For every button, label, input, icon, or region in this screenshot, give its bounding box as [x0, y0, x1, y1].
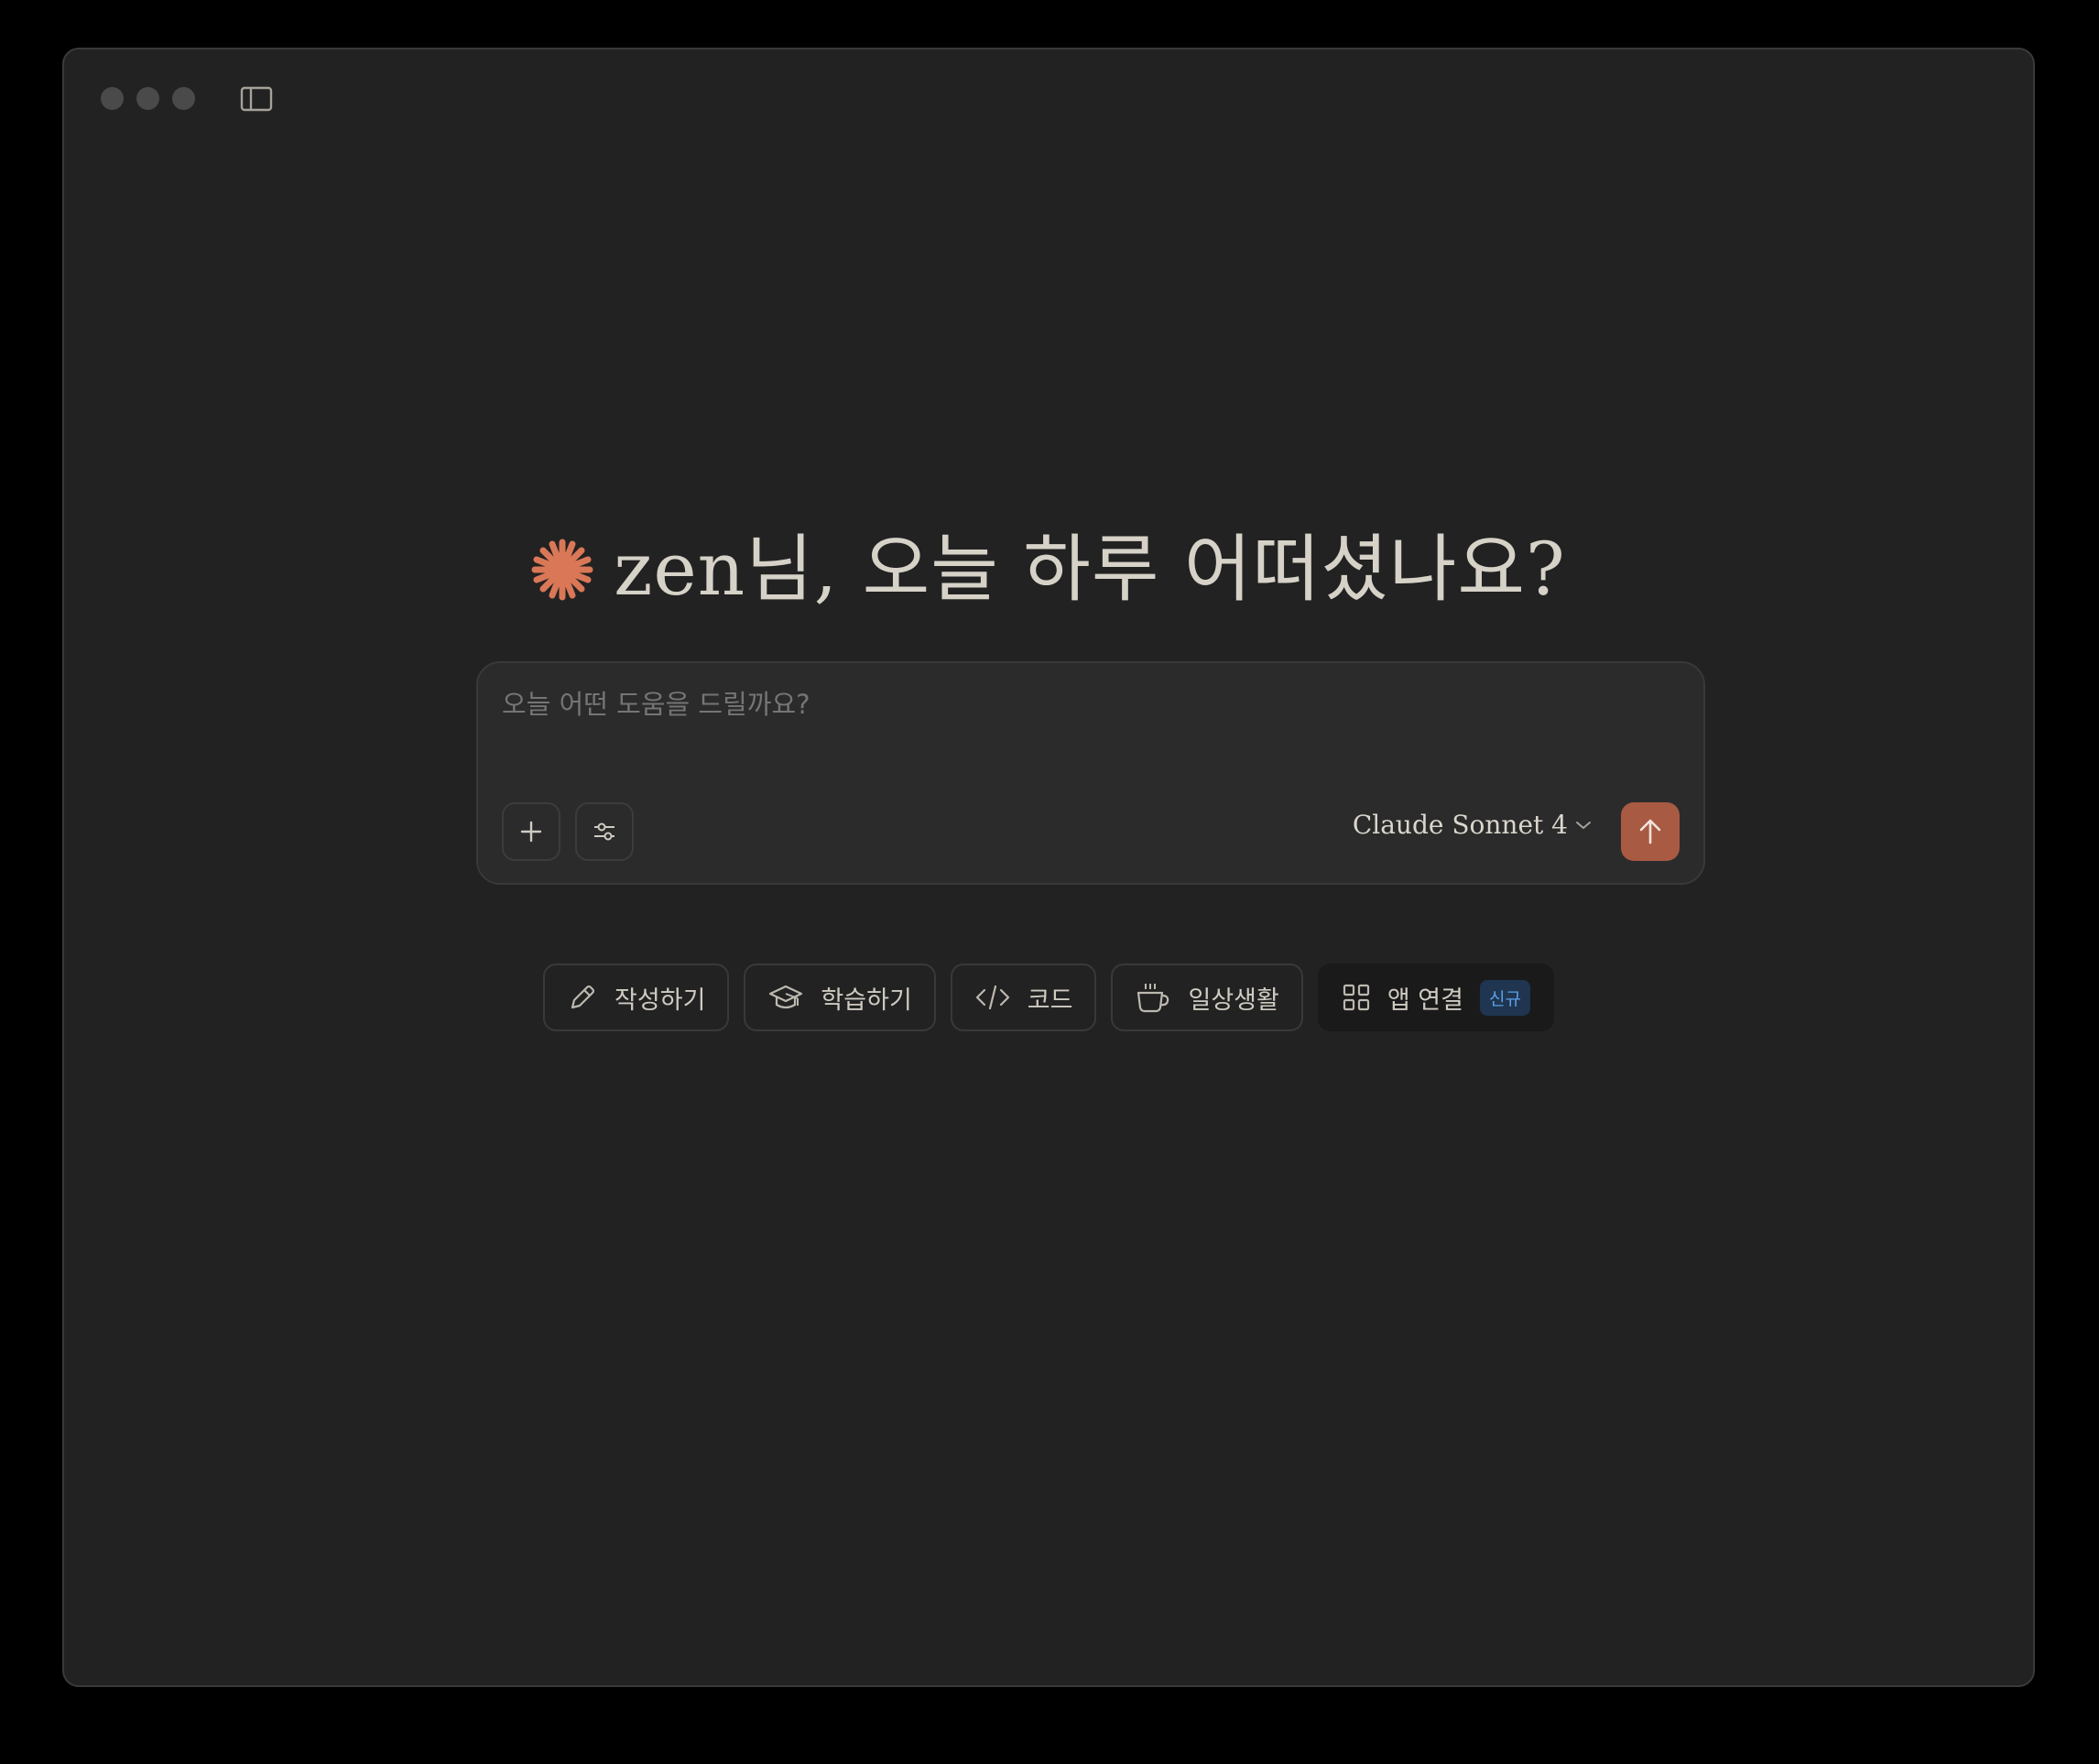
message-composer: Claude Sonnet 4: [476, 661, 1705, 885]
greeting-text: zen님, 오늘 하루 어떠셨나요?: [614, 527, 1566, 612]
code-icon: [975, 985, 1009, 1010]
coffee-cup-icon: [1137, 984, 1169, 1013]
sidebar-toggle-button[interactable]: [240, 86, 277, 114]
close-window-button[interactable]: [101, 87, 124, 110]
plus-icon: [520, 821, 542, 843]
sidebar-icon: [240, 86, 273, 112]
chip-life-label: 일상생활: [1188, 985, 1279, 1015]
chip-code[interactable]: 코드: [950, 964, 1097, 1031]
message-input[interactable]: [502, 689, 1601, 720]
app-window: zen님, 오늘 하루 어떠셨나요? Claude Sonnet 4: [62, 48, 2035, 1687]
chip-learn-label: 학습하기: [821, 985, 912, 1015]
chip-learn[interactable]: 학습하기: [744, 964, 936, 1031]
tools-button[interactable]: [575, 802, 634, 861]
claude-starburst-icon: [531, 539, 593, 601]
sliders-icon: [594, 822, 614, 841]
chip-connect-apps[interactable]: 앱 연결 신규: [1317, 964, 1554, 1031]
minimize-window-button[interactable]: [136, 87, 159, 110]
arrow-up-icon: [1639, 819, 1661, 844]
greeting: zen님, 오늘 하루 어떠셨나요?: [64, 533, 2033, 606]
chevron-down-icon: [1576, 821, 1591, 829]
new-badge: 신규: [1479, 979, 1530, 1016]
add-attachment-button[interactable]: [502, 802, 560, 861]
zoom-window-button[interactable]: [172, 87, 195, 110]
send-button[interactable]: [1621, 802, 1680, 861]
chip-write-label: 작성하기: [614, 985, 706, 1015]
model-name: Claude Sonnet 4: [1352, 810, 1568, 840]
chip-write[interactable]: 작성하기: [543, 964, 730, 1031]
chip-code-label: 코드: [1027, 985, 1073, 1015]
pencil-icon: [571, 985, 595, 1009]
chip-connect-apps-label: 앱 연결: [1387, 985, 1463, 1015]
model-selector[interactable]: Claude Sonnet 4: [1353, 810, 1592, 840]
window-controls: [101, 87, 195, 110]
chip-life[interactable]: 일상생활: [1111, 964, 1303, 1031]
graduation-cap-icon: [769, 985, 803, 1009]
suggestion-chips: 작성하기 학습하기 코드 일상생활 앱 연결 신규: [64, 964, 2033, 1031]
grid-icon: [1343, 984, 1369, 1011]
